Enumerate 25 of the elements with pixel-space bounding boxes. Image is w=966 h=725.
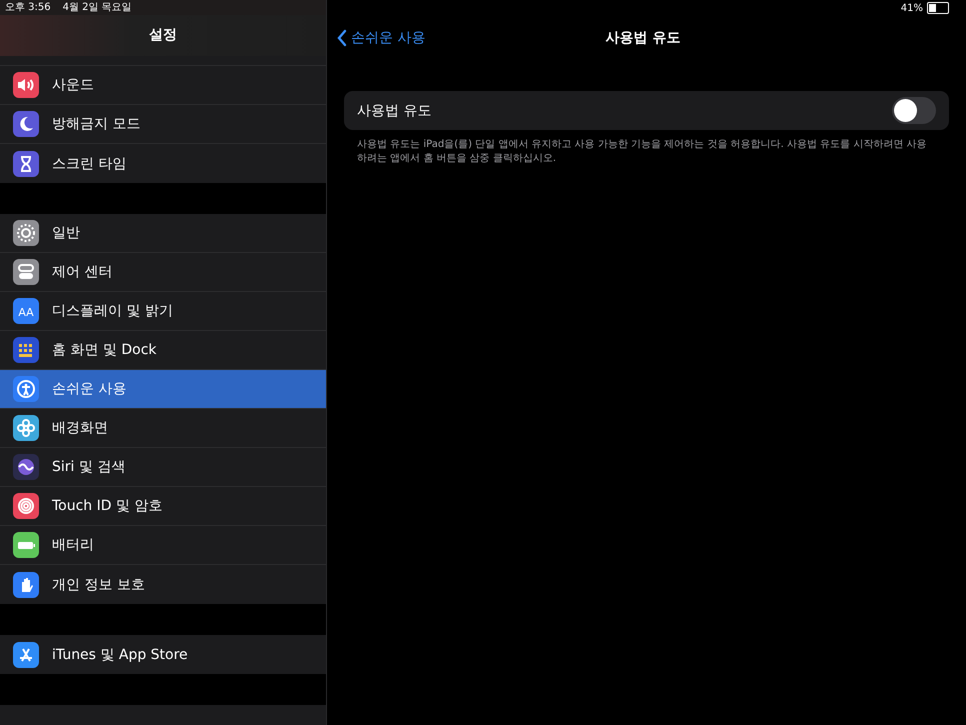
text-size-icon: AA — [13, 298, 39, 324]
sidebar-item[interactable]: iTunes 및 App Store — [0, 635, 326, 674]
back-button[interactable]: 손쉬운 사용 — [337, 29, 426, 47]
sidebar-item[interactable]: Siri 및 검색 — [0, 448, 326, 487]
page-title: 사용법 유도 — [606, 29, 680, 47]
sidebar-item[interactable]: 제어 센터 — [0, 253, 326, 292]
sidebar-item[interactable]: 배경화면 — [0, 409, 326, 448]
status-date: 4월 2일 목요일 — [62, 1, 132, 14]
sidebar-title: 설정 — [0, 14, 326, 56]
sidebar-item[interactable]: AA 디스플레이 및 밝기 — [0, 292, 326, 331]
footer-text: 사용법 유도는 iPad을(를) 단일 앱에서 유지하고 사용 가능한 기능을 제어하는 것을 허용합니다. 사용법 유도를 시작하려면 사용하려는 앱에서 홈 버튼을 삼중 클릭하십시오. — [357, 138, 928, 166]
sidebar-item[interactable]: 스크린 타임 — [0, 144, 326, 183]
sidebar-item[interactable]: 개인 정보 보호 — [0, 565, 326, 604]
chevron-icon — [337, 29, 347, 47]
sidebar-item[interactable]: 사운드 — [0, 66, 326, 105]
sidebar-item[interactable]: 손쉬운 사용 — [0, 370, 326, 409]
status-time: 오후 3:56 — [5, 1, 51, 14]
battery-icon — [927, 2, 949, 14]
sidebar-item[interactable]: 방해금지 모드 — [0, 105, 326, 144]
sidebar-item[interactable]: 배터리 — [0, 526, 326, 565]
battery-percent: 41% — [900, 2, 923, 14]
sidebar-item[interactable]: Touch ID 및 암호 — [0, 487, 326, 526]
setting-label: 사용법 유도 — [357, 102, 432, 120]
toggle-switch[interactable] — [892, 97, 936, 124]
sidebar-item[interactable]: 일반 — [0, 214, 326, 253]
